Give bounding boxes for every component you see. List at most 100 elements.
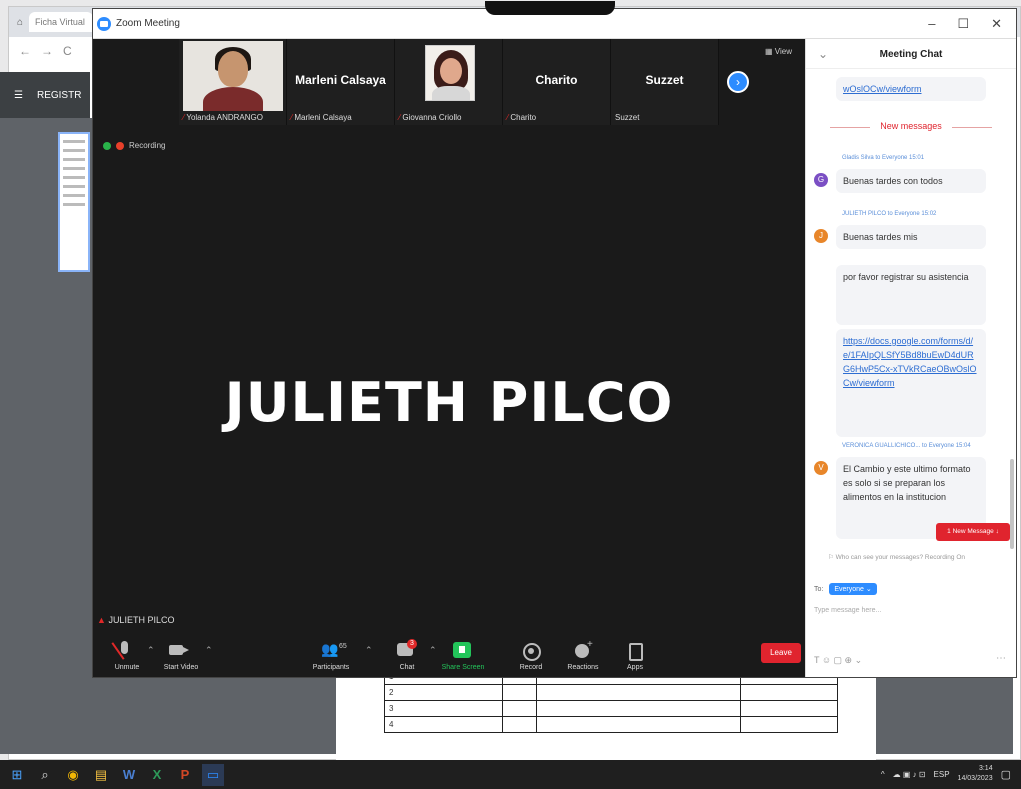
powerpoint-icon[interactable]: P — [174, 764, 196, 786]
participant-display-name: Charito — [535, 73, 578, 87]
participants-options-chevron-icon[interactable]: ⌃ — [365, 645, 373, 656]
meeting-area: ⁄ Yolanda ANDRANGO Marleni Calsaya ⁄ Marle… — [93, 39, 805, 677]
avatar: V — [814, 461, 828, 475]
chat-sender: JULIETH PILCO to Everyone 15:02 — [842, 211, 937, 217]
start-video-button[interactable]: Start Video — [153, 639, 209, 671]
chat-message: https://docs.google.com/forms/d/e/1FAIpQ… — [836, 329, 986, 437]
participant-display-name: Marleni Calsaya — [295, 73, 386, 87]
recording-label: Recording — [129, 141, 166, 150]
zoom-window: Zoom Meeting – ☐ ✕ ⁄ Yolanda ANDRANGO Mar… — [92, 1, 1017, 678]
share-screen-button[interactable]: Share Screen — [435, 639, 491, 671]
chat-message: Buenas tardes con todos — [836, 169, 986, 193]
document-page: 1 2 3 4 — [336, 664, 876, 760]
apps-button[interactable]: Apps — [607, 639, 663, 671]
tray-icons[interactable]: ☁ ▣ ♪ ⊡ — [893, 770, 926, 779]
maximize-icon[interactable]: ☐ — [957, 16, 969, 32]
leave-button[interactable]: Leave — [761, 643, 801, 663]
close-icon[interactable]: ✕ — [991, 16, 1002, 32]
chat-format-tools[interactable]: T ☺ ▢ ⊕ ⌄ — [814, 655, 862, 666]
chat-message-input[interactable]: Type message here... — [814, 607, 1004, 614]
window-controls: – ☐ ✕ — [928, 16, 1016, 32]
chat-button[interactable]: Chat — [379, 639, 435, 671]
language-indicator[interactable]: ESP — [934, 770, 950, 779]
recording-indicator[interactable]: Recording — [103, 141, 165, 150]
participant-tile[interactable]: Marleni Calsaya ⁄ Marleni Calsaya — [287, 39, 395, 125]
forward-icon[interactable]: → — [41, 44, 53, 58]
chat-icon — [379, 639, 435, 661]
participant-caption: ⁄ Giovanna Criollo — [399, 113, 462, 122]
record-icon — [503, 639, 559, 661]
participant-tile[interactable]: ⁄ Yolanda ANDRANGO — [179, 39, 287, 125]
clock[interactable]: 3:14 14/03/2023 — [958, 764, 993, 784]
reactions-icon — [555, 639, 611, 661]
new-message-jump-button[interactable]: 1 New Message ↓ — [936, 523, 1010, 541]
zoom-app-icon[interactable]: ▭ — [202, 763, 224, 786]
participant-profile-photo — [425, 45, 475, 101]
chat-title: Meeting Chat — [879, 49, 943, 60]
to-label: To: — [814, 585, 824, 593]
muted-mic-icon: ▲ — [97, 615, 106, 625]
view-button[interactable]: ▦ View — [765, 47, 792, 56]
avatar: J — [814, 229, 828, 243]
muted-mic-icon: ⁄ — [291, 113, 293, 122]
participant-caption: Suzzet — [615, 113, 640, 122]
muted-mic-icon: ⁄ — [399, 113, 401, 122]
excel-icon[interactable]: X — [146, 764, 168, 786]
doc-app-bar: ☰ REGISTR — [0, 72, 90, 118]
chat-link[interactable]: wOslOCw/viewform — [843, 84, 922, 94]
recipient-selector: To: Everyone ⌄ — [814, 583, 877, 595]
zoom-window-title: Zoom Meeting — [116, 18, 180, 29]
reactions-button[interactable]: Reactions — [555, 639, 611, 671]
new-messages-divider: New messages — [806, 121, 1016, 131]
minimize-icon[interactable]: – — [928, 16, 935, 32]
participant-caption: ⁄ Charito — [507, 113, 537, 122]
participant-video — [183, 41, 283, 111]
video-camera-icon — [153, 639, 209, 661]
chat-scrollbar[interactable] — [1010, 459, 1014, 549]
who-can-see-notice[interactable]: ⚐ Who can see your messages? Recording O… — [828, 553, 965, 561]
file-explorer-icon[interactable]: ▤ — [90, 764, 112, 786]
participant-tile[interactable]: ⁄ Giovanna Criollo — [395, 39, 503, 125]
video-options-chevron-icon[interactable]: ⌃ — [205, 645, 213, 656]
table-cell: 2 — [384, 684, 503, 701]
window-notch — [485, 1, 615, 15]
page-thumbnail[interactable] — [58, 132, 90, 272]
table-row: 4 — [384, 716, 838, 733]
table-row: 3 — [384, 700, 838, 717]
menu-icon[interactable]: ☰ — [14, 90, 23, 101]
more-options-icon[interactable]: ⋯ — [996, 653, 1006, 664]
word-icon[interactable]: W — [118, 764, 140, 786]
participant-display-name: Suzzet — [645, 73, 684, 87]
reload-icon[interactable]: C — [63, 44, 72, 58]
chrome-icon[interactable]: ◉ — [62, 764, 84, 786]
record-button[interactable]: Record — [503, 639, 559, 671]
apps-icon — [607, 639, 663, 661]
back-icon[interactable]: ← — [19, 44, 31, 58]
chat-sender: VERONICA GUALLICHICO... to Everyone 15:0… — [842, 443, 971, 449]
start-icon[interactable]: ⊞ — [6, 764, 28, 786]
chat-message: wOslOCw/viewform — [836, 77, 986, 101]
notification-icon[interactable]: ▢ — [1001, 768, 1011, 781]
meeting-controls-toolbar: Unmute ⌃ Start Video ⌃ 65 Participants ⌃… — [93, 637, 805, 677]
participant-tile[interactable]: Suzzet Suzzet — [611, 39, 719, 125]
browser-home-icon[interactable]: ⌂ — [17, 17, 23, 28]
tab-label: Ficha Virtual — [35, 17, 85, 27]
muted-mic-icon: ⁄ — [507, 113, 509, 122]
tray-overflow-icon[interactable]: ^ — [881, 770, 885, 779]
share-screen-icon — [435, 639, 491, 661]
active-speaker-name: JULIETH PILCO — [224, 371, 674, 434]
participants-button[interactable]: 65 Participants — [303, 639, 359, 671]
participant-gallery: ⁄ Yolanda ANDRANGO Marleni Calsaya ⁄ Marle… — [179, 39, 721, 125]
browser-tab[interactable]: Ficha Virtual — [29, 12, 94, 32]
chat-link[interactable]: https://docs.google.com/forms/d/e/1FAIpQ… — [843, 336, 977, 388]
recipient-dropdown[interactable]: Everyone ⌄ — [829, 583, 877, 595]
chat-panel: ⌄ Meeting Chat wOslOCw/viewform New mess… — [805, 39, 1016, 677]
next-page-button[interactable]: › — [727, 71, 749, 93]
participants-icon: 65 — [303, 639, 359, 661]
participant-tile[interactable]: Charito ⁄ Charito — [503, 39, 611, 125]
doc-app-title: REGISTR — [36, 89, 82, 101]
desktop-screen: ⌂ Ficha Virtual ← → C ☰ REGISTR 1 2 3 4 … — [0, 0, 1021, 789]
chat-message: Buenas tardes mis — [836, 225, 986, 249]
search-icon[interactable]: ⌕ — [34, 764, 56, 786]
participant-caption: ⁄ Yolanda ANDRANGO — [183, 113, 263, 122]
